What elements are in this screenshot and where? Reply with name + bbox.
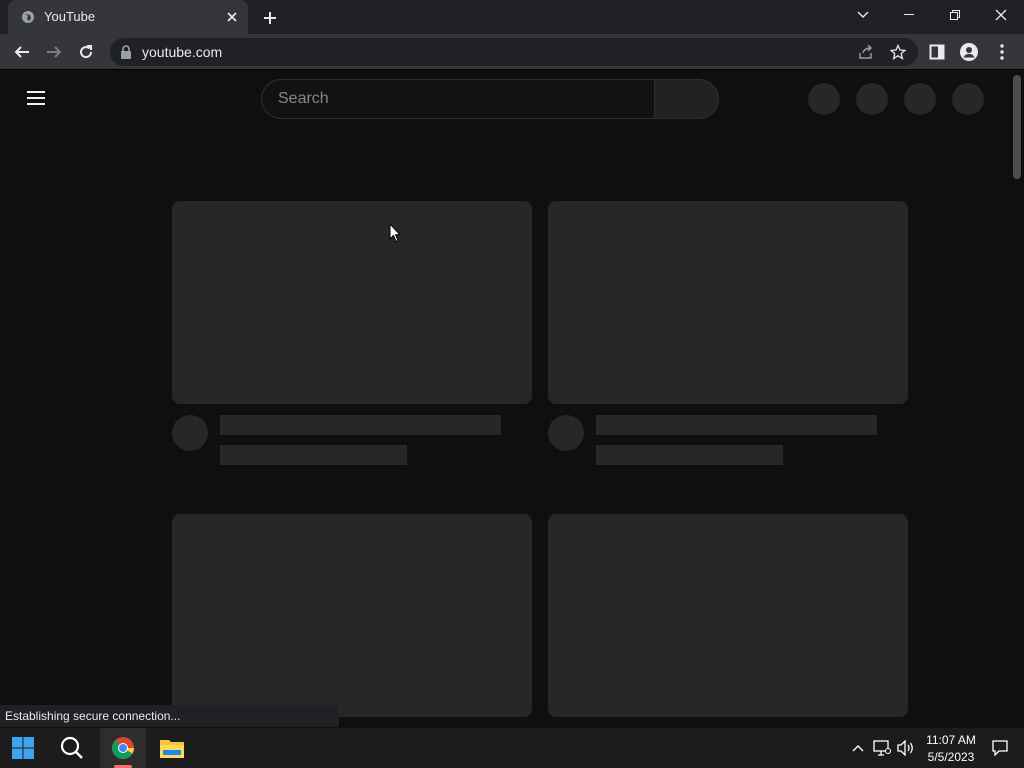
- new-tab-button[interactable]: [260, 8, 280, 28]
- thumbnail-placeholder[interactable]: [172, 201, 532, 404]
- notifications-button[interactable]: [990, 738, 1010, 758]
- windows-logo-icon: [12, 737, 34, 759]
- search-box[interactable]: [261, 79, 655, 119]
- tab-title: YouTube: [44, 9, 96, 24]
- restore-icon: [950, 10, 960, 20]
- reload-icon: [80, 45, 93, 59]
- title-placeholder: [220, 415, 501, 435]
- title-placeholder: [596, 415, 877, 435]
- profile-icon: [960, 43, 978, 61]
- scrollbar-thumb[interactable]: [1013, 75, 1021, 179]
- share-button[interactable]: [857, 43, 875, 61]
- forward-arrow-icon: [47, 46, 62, 58]
- thumbnail-placeholder[interactable]: [172, 514, 532, 717]
- search-input[interactable]: [278, 90, 638, 108]
- folder-icon: [160, 740, 184, 758]
- minimize-button[interactable]: [886, 0, 932, 30]
- tab-youtube[interactable]: YouTube: [8, 0, 248, 34]
- search-button[interactable]: [655, 79, 719, 119]
- start-button[interactable]: [0, 728, 46, 768]
- minimize-icon: [904, 14, 914, 15]
- page-scrollbar[interactable]: [1010, 71, 1024, 726]
- plus-icon: [264, 12, 276, 24]
- forward-button[interactable]: [42, 40, 66, 64]
- meta-placeholder: [220, 445, 407, 465]
- menu-button[interactable]: [992, 42, 1012, 62]
- network-icon: [873, 740, 891, 756]
- close-tab-button[interactable]: [224, 9, 240, 25]
- menu-line: [27, 91, 45, 93]
- search-taskbar-button[interactable]: [49, 728, 95, 768]
- address-bar[interactable]: youtube.com: [110, 38, 918, 66]
- clock[interactable]: 11:07 AM 5/5/2023: [926, 732, 976, 766]
- browser-toolbar: youtube.com: [0, 34, 1024, 70]
- avatar-placeholder[interactable]: [952, 83, 984, 115]
- meta-placeholder: [596, 445, 783, 465]
- show-hidden-icons-button[interactable]: [848, 738, 868, 758]
- volume-button[interactable]: [896, 738, 916, 758]
- speaker-icon: [897, 740, 913, 756]
- close-window-button[interactable]: [978, 0, 1024, 30]
- channel-avatar-placeholder: [172, 415, 208, 451]
- share-icon: [859, 44, 872, 59]
- header-icon-placeholder[interactable]: [904, 83, 936, 115]
- reload-button[interactable]: [74, 40, 98, 64]
- side-panel-button[interactable]: [927, 42, 947, 62]
- tab-strip: YouTube: [0, 0, 1024, 34]
- thumbnail-placeholder[interactable]: [548, 201, 908, 404]
- header-icon-placeholder[interactable]: [808, 83, 840, 115]
- star-icon: [890, 44, 906, 60]
- file-explorer-button[interactable]: [149, 728, 195, 768]
- thumbnail-placeholder[interactable]: [548, 514, 908, 717]
- bookmark-button[interactable]: [889, 43, 907, 61]
- chrome-taskbar-button[interactable]: [100, 728, 146, 768]
- search-icon: [60, 736, 83, 759]
- clock-time: 11:07 AM: [926, 733, 976, 747]
- globe-icon: [22, 11, 34, 23]
- chevron-down-icon: [857, 11, 869, 18]
- lock-icon[interactable]: [120, 45, 132, 59]
- side-panel-icon: [929, 44, 945, 60]
- profile-button[interactable]: [959, 42, 979, 62]
- chrome-icon: [111, 737, 134, 759]
- header-icon-placeholder[interactable]: [856, 83, 888, 115]
- notification-icon: [992, 740, 1008, 756]
- url-text[interactable]: youtube.com: [142, 44, 222, 60]
- back-button[interactable]: [10, 40, 34, 64]
- chevron-up-icon: [852, 745, 864, 752]
- network-button[interactable]: [872, 738, 892, 758]
- status-bubble: Establishing secure connection...: [0, 705, 339, 727]
- taskbar: 11:07 AM 5/5/2023: [0, 728, 1024, 768]
- mouse-cursor-icon: [389, 223, 401, 243]
- restore-button[interactable]: [932, 0, 978, 30]
- menu-line: [27, 103, 45, 105]
- close-icon: [227, 12, 237, 22]
- youtube-page: [0, 71, 1024, 726]
- channel-avatar-placeholder: [548, 415, 584, 451]
- menu-line: [27, 97, 45, 99]
- clock-date: 5/5/2023: [927, 750, 975, 764]
- tab-search-button[interactable]: [840, 0, 886, 30]
- hamburger-menu-button[interactable]: [27, 91, 45, 105]
- back-arrow-icon: [14, 46, 29, 58]
- more-vert-icon: [1000, 44, 1004, 60]
- close-icon: [995, 9, 1007, 21]
